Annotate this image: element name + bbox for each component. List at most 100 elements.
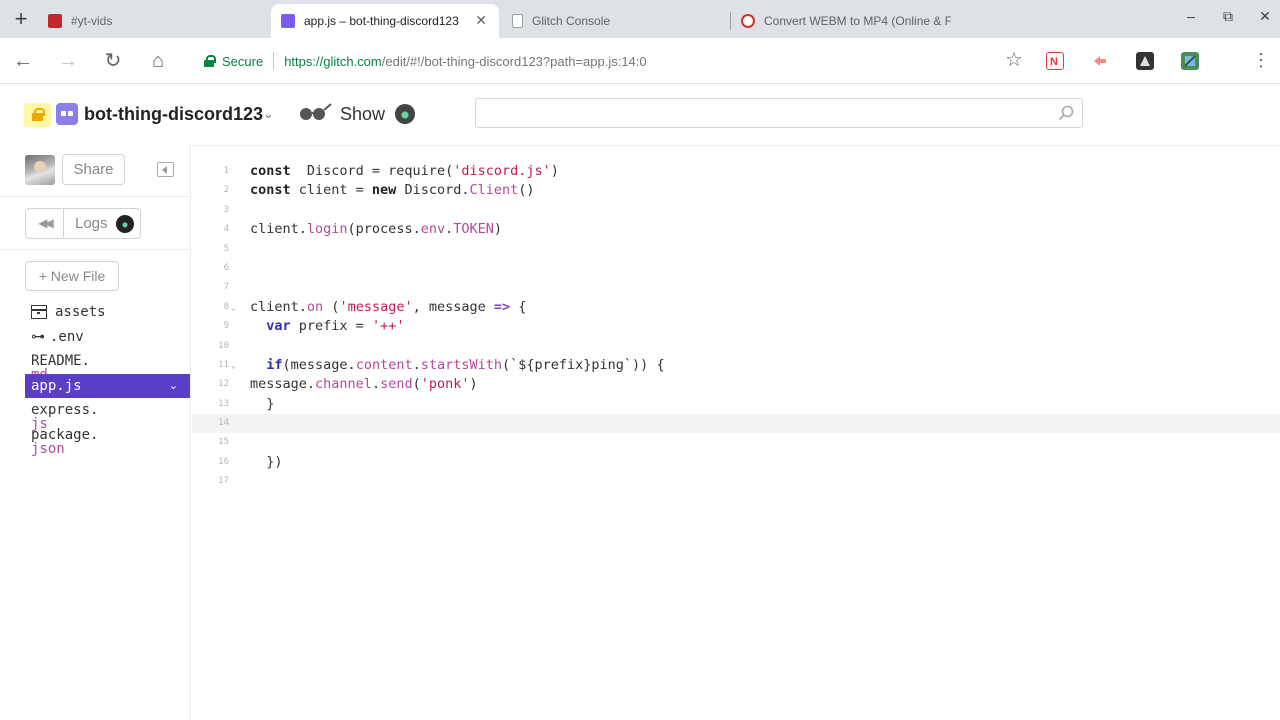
divider <box>0 196 191 197</box>
code-line[interactable]: 2 const client = new Discord.Client() <box>192 181 1280 200</box>
code-token: ) <box>493 221 503 238</box>
code-line[interactable]: 16 }) <box>192 453 1280 472</box>
dark-extension-icon[interactable] <box>1136 52 1154 70</box>
code-lines: 1 const Discord = require('discord.js') 2 c… <box>192 162 1280 492</box>
fold-chevron-icon[interactable]: ⌄ <box>231 356 236 375</box>
file-item-package-json[interactable]: package. json <box>25 423 190 457</box>
code-line[interactable]: 1 const Discord = require('discord.js') <box>192 162 1280 181</box>
file-item-env[interactable]: ⊶ .env <box>25 325 190 350</box>
code-token: channel <box>315 376 372 393</box>
code-token: message. <box>250 376 316 393</box>
line-source: } <box>250 395 274 414</box>
maximize-icon[interactable]: ⧉ <box>1218 8 1238 25</box>
code-line[interactable]: 17 <box>192 472 1280 491</box>
tab-yt-vids[interactable]: #yt-vids <box>38 4 268 38</box>
sunglasses-icon <box>298 102 332 127</box>
line-number: 10 <box>218 340 229 351</box>
home-icon[interactable]: ⌂ <box>145 48 171 74</box>
line-number: 12 <box>218 379 229 390</box>
code-token: } <box>250 395 275 412</box>
code-token: . <box>445 221 454 238</box>
search-input[interactable] <box>476 99 1082 127</box>
logs-button-group: ◀◀ Logs <box>25 208 141 239</box>
share-button[interactable]: Share <box>62 154 125 185</box>
browser-menu-icon[interactable]: ⋮ <box>1252 50 1270 70</box>
project-name[interactable]: bot-thing-discord123 <box>84 102 263 126</box>
file-item-readme[interactable]: README.md <box>25 349 190 383</box>
code-line[interactable]: 9 var prefix = '++' <box>192 317 1280 336</box>
rewind-icon[interactable]: ◀◀ <box>26 209 64 238</box>
reload-icon[interactable]: ↻ <box>100 48 126 74</box>
code-editor[interactable]: 1 const Discord = require('discord.js') 2 c… <box>192 145 1280 720</box>
tab-app-js[interactable]: app.js – bot-thing-discord123 ✕ <box>271 4 499 38</box>
green-extension-icon[interactable] <box>1181 52 1199 70</box>
line-source: const Discord = require('discord.js') <box>250 162 559 181</box>
red-arrow-extension-icon[interactable] <box>1091 52 1109 70</box>
private-project-button[interactable] <box>24 103 51 127</box>
code-line[interactable]: 11 ⌄ if(message.content.startsWith(`${pre… <box>192 356 1280 375</box>
close-window-icon[interactable]: ✕ <box>1255 8 1275 25</box>
collapse-sidebar-icon[interactable] <box>157 162 174 177</box>
assets-box-icon <box>30 305 47 320</box>
sidebar: Share ◀◀ Logs + New File assets ⊶ .env R… <box>0 145 191 720</box>
code-line[interactable]: 5 <box>192 240 1280 259</box>
line-number: 7 <box>223 282 229 293</box>
address-bar[interactable]: Secure https://glitch.com/edit/#!/bot-th… <box>196 46 1036 76</box>
tab-label: Convert WEBM to MP4 (Online & Free <box>764 14 951 28</box>
code-token: { <box>510 298 527 315</box>
code-line[interactable]: 4 client.login(process.env.TOKEN) <box>192 220 1280 239</box>
code-line[interactable]: 8 ⌄ client.on ('message', message => { <box>192 298 1280 317</box>
user-avatar[interactable] <box>25 155 55 185</box>
code-token: login <box>306 221 348 238</box>
logs-status-icon <box>115 215 134 233</box>
new-file-button[interactable]: + New File <box>25 261 119 291</box>
line-source: }) <box>250 453 282 472</box>
code-line[interactable]: 14 <box>192 414 1280 434</box>
avatar-face <box>34 161 46 173</box>
show-label: Show <box>340 103 386 124</box>
code-token: prefix = <box>290 318 372 335</box>
file-name: .env <box>50 328 84 345</box>
tab-glitch-console[interactable]: Glitch Console <box>502 4 730 38</box>
chevron-down-icon[interactable]: ⌄ <box>263 104 274 124</box>
line-number: 2 <box>223 185 229 196</box>
minimize-icon[interactable]: – <box>1181 8 1201 24</box>
file-item-app-js[interactable]: app.js ⌄ <box>25 373 190 398</box>
code-token: TOKEN <box>453 221 494 238</box>
search-field[interactable] <box>475 98 1083 128</box>
code-token: if <box>266 356 283 373</box>
code-token: . <box>371 376 381 393</box>
file-item-assets[interactable]: assets <box>25 300 190 325</box>
code-line[interactable]: 10 <box>192 337 1280 356</box>
line-source: if(message.content.startsWith(`${prefix}… <box>250 356 664 375</box>
code-line[interactable]: 12 message.channel.send('ponk') <box>192 375 1280 394</box>
code-token: ) <box>469 376 478 393</box>
code-line[interactable]: 15 <box>192 433 1280 452</box>
tab-convert-webm[interactable]: Convert WEBM to MP4 (Online & Free <box>731 4 961 38</box>
url-text[interactable]: https://glitch.com/edit/#!/bot-thing-dis… <box>284 54 646 69</box>
url-host: https://glitch.com <box>284 53 382 69</box>
fold-chevron-icon[interactable]: ⌄ <box>231 298 236 317</box>
line-number: 6 <box>223 262 229 273</box>
forward-arrow-icon[interactable]: → <box>55 48 81 74</box>
code-token: ( <box>323 298 340 315</box>
tab-label: app.js – bot-thing-discord123 <box>304 14 459 28</box>
search-icon[interactable] <box>1058 105 1074 121</box>
secure-label: Secure <box>222 53 264 69</box>
code-line[interactable]: 13 } <box>192 395 1280 414</box>
tab-label: Glitch Console <box>532 14 611 28</box>
code-line[interactable]: 6 <box>192 259 1280 278</box>
bookmark-star-icon[interactable]: ☆ <box>1005 50 1023 70</box>
file-name: assets <box>55 304 106 321</box>
n-extension-icon[interactable]: N <box>1046 52 1064 70</box>
show-button[interactable]: Show <box>298 101 416 127</box>
back-arrow-icon[interactable]: ← <box>10 48 36 74</box>
close-tab-icon[interactable]: ✕ <box>475 12 487 29</box>
logs-label: Logs <box>75 215 108 232</box>
chevron-down-icon[interactable]: ⌄ <box>169 374 178 398</box>
file-item-express-js[interactable]: express. js <box>25 398 190 432</box>
code-line[interactable]: 7 <box>192 278 1280 297</box>
code-line[interactable]: 3 <box>192 201 1280 220</box>
new-tab-button[interactable]: + <box>8 6 34 32</box>
logs-button[interactable]: Logs <box>64 209 134 238</box>
